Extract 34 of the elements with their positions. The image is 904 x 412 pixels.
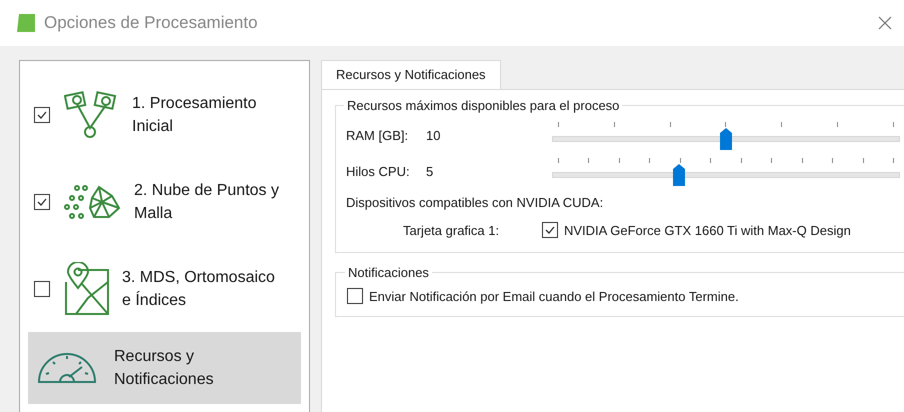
slider-label: RAM [GB]: <box>346 128 410 142</box>
checkbox[interactable] <box>34 194 50 210</box>
window-title: Opciones de Procesamiento <box>44 13 259 33</box>
checkbox[interactable] <box>542 222 558 238</box>
app-logo-icon <box>16 13 36 33</box>
slider[interactable] <box>552 156 900 186</box>
close-icon[interactable] <box>878 16 892 30</box>
checkbox[interactable] <box>34 106 50 122</box>
sidebar-item-label: Recursos y Notificaciones <box>114 347 215 390</box>
point-cloud-icon <box>64 184 122 220</box>
slider[interactable] <box>552 120 900 150</box>
option-label: Enviar Notificación por Email cuando el Procesamiento Termine. <box>369 288 739 304</box>
sidebar-item[interactable]: 2. Nube de Puntos y Malla <box>28 158 301 245</box>
sidebar-item[interactable]: 1. Procesamiento Inicial <box>28 71 301 158</box>
slider-thumb[interactable] <box>720 128 732 150</box>
sidebar-item[interactable]: 3. MDS, Ortomosaico e Índices <box>28 245 301 332</box>
gpu-name: NVIDIA GeForce GTX 1660 Ti with Max-Q Design <box>564 222 851 238</box>
sidebar-item-label: 3. MDS, Ortomosaico e Índices <box>122 268 276 310</box>
slider-label: Hilos CPU: <box>346 164 411 178</box>
slider-value: 5 <box>426 164 434 178</box>
slider-thumb[interactable] <box>672 164 685 186</box>
slider-value: 10 <box>426 128 442 142</box>
checkbox[interactable] <box>34 280 50 296</box>
sidebar-item-label: 2. Nube de Puntos y Malla <box>134 180 280 224</box>
sidebar-item-label: 1. Procesamiento Inicial <box>132 94 258 136</box>
group-title: Notificaciones <box>347 265 430 280</box>
gauge-icon <box>38 352 96 384</box>
cuda-label: Dispositivos compatibles con NVIDIA CUDA: <box>346 195 604 210</box>
checkbox[interactable] <box>347 288 363 304</box>
gpu-label: Tarjeta grafica 1: <box>403 222 500 238</box>
sidebar-item[interactable]: Recursos y Notificaciones <box>28 332 301 404</box>
group-title: Recursos máximos disponibles para el proceso <box>346 98 620 113</box>
map-pin-icon <box>64 262 110 316</box>
tab[interactable]: Recursos y Notificaciones <box>321 60 501 89</box>
